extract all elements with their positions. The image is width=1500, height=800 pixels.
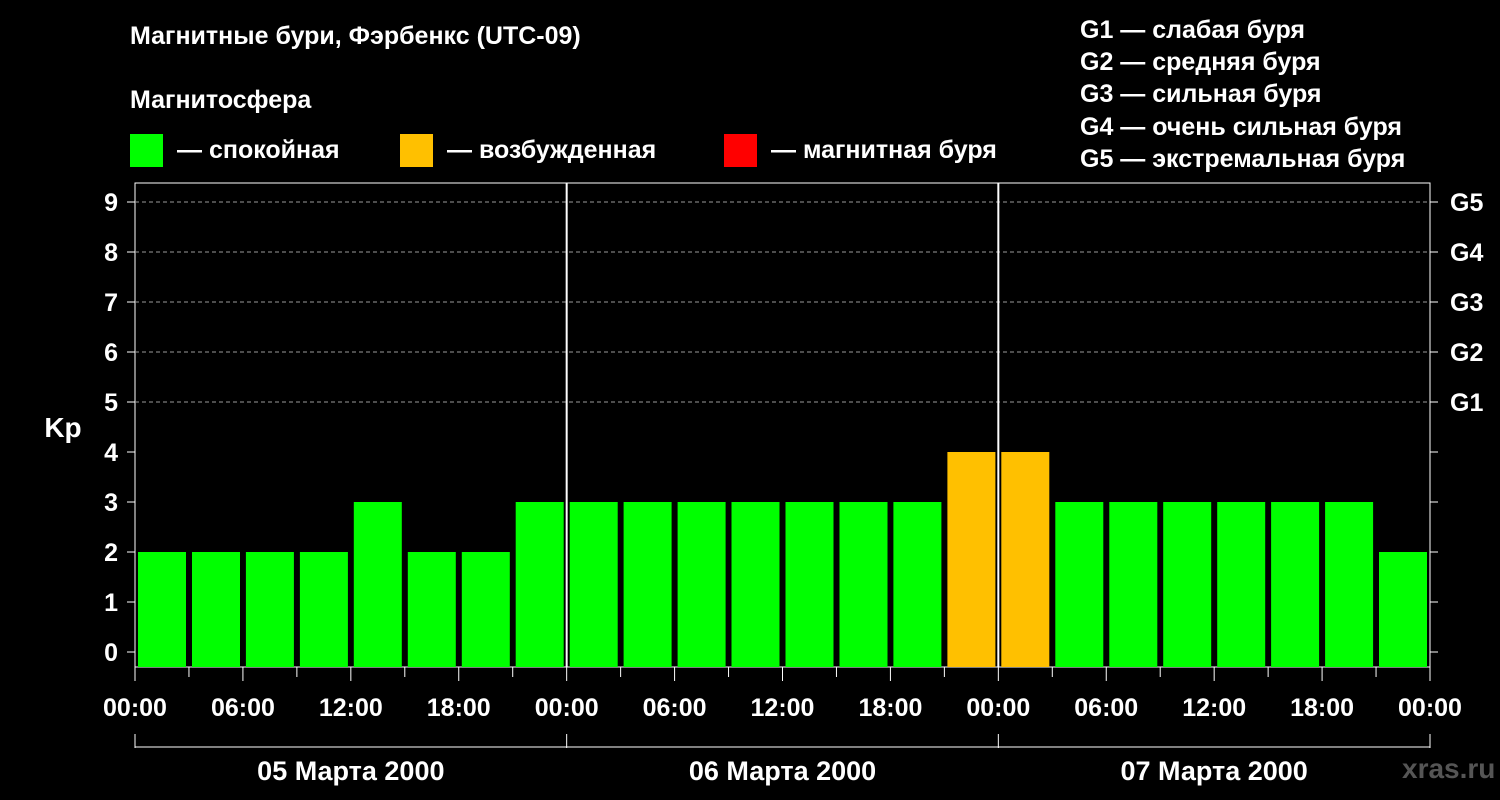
x-tick-label: 06:00 [1074,694,1138,722]
kp-bar [1325,502,1374,667]
kp-bar [138,552,186,667]
g-level-label: G4 [1450,239,1483,267]
kp-bar [677,502,726,667]
kp-bar [569,502,618,667]
kp-bar [1379,552,1427,667]
y-tick-label: 7 [104,289,118,317]
date-label: 06 Марта 2000 [689,756,876,786]
x-tick-label: 00:00 [535,694,599,722]
y-tick-label: 1 [104,589,118,617]
kp-bar [947,452,996,667]
kp-bar [1271,502,1320,667]
y-tick-label: 8 [104,239,118,267]
kp-bar [192,552,240,667]
g-level-label: G1 [1450,389,1483,417]
y-tick-label: 5 [104,389,118,417]
kp-chart: 0 1 2 3 4 5 6 7 8 9 G1 G2 G3 G4 G5 Kp 00:00 06:00 12:00 18:… [44,182,1483,786]
x-tick-label: 00:00 [1398,694,1462,722]
kp-bar [299,552,348,667]
date-label: 05 Марта 2000 [257,756,444,786]
x-tick-label: 18:00 [858,694,922,722]
kp-bar [1001,452,1050,667]
y-tick-label: 2 [104,539,118,567]
g-level-label: G3 [1450,289,1483,317]
x-tick-label: 06:00 [643,694,707,722]
g-level-label: G5 [1450,189,1483,217]
x-tick-label: 12:00 [319,694,383,722]
g-level-label: G2 [1450,339,1483,367]
kp-bar [461,552,510,667]
kp-bar [1217,502,1266,667]
y-tick-label: 4 [104,439,118,467]
x-tick-label: 18:00 [1290,694,1354,722]
kp-bar [785,502,834,667]
kp-bar [623,502,672,667]
y-axis-label: Kp [44,412,81,443]
y-tick-label: 9 [104,189,118,217]
watermark: xras.ru [1402,753,1496,784]
kp-bar [407,552,456,667]
kp-bar [1109,502,1158,667]
kp-bar [731,502,780,667]
kp-bar [245,552,294,667]
x-tick-label: 18:00 [427,694,491,722]
x-tick-label: 06:00 [211,694,275,722]
kp-bar [515,502,564,667]
y-tick-label: 0 [104,639,118,667]
kp-bar [353,502,402,667]
kp-bar [893,502,942,667]
kp-bar [839,502,888,667]
x-tick-label: 12:00 [1182,694,1246,722]
y-tick-label: 3 [104,489,118,517]
x-tick-label: 12:00 [751,694,815,722]
kp-bar [1055,502,1104,667]
kp-bar [1163,502,1212,667]
y-tick-label: 6 [104,339,118,367]
date-label: 07 Марта 2000 [1121,756,1308,786]
x-tick-label: 00:00 [966,694,1030,722]
x-tick-label: 00:00 [103,694,167,722]
